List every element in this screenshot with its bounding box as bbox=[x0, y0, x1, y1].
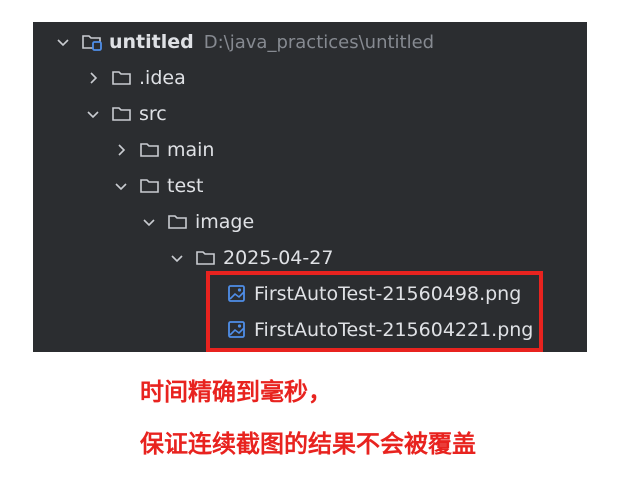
chevron-down-icon[interactable] bbox=[141, 214, 157, 230]
tree-item-label: .idea bbox=[139, 67, 186, 89]
tree-item-idea[interactable]: .idea bbox=[85, 60, 186, 96]
annotation-line-2: 保证连续截图的结果不会被覆盖 bbox=[140, 430, 476, 458]
screenshot-page: untitled D:\java_practices\untitled .ide… bbox=[0, 0, 619, 493]
tree-item-src[interactable]: src bbox=[85, 96, 167, 132]
module-folder-icon bbox=[82, 35, 102, 51]
root-project-name: untitled bbox=[109, 31, 194, 53]
folder-icon bbox=[140, 143, 159, 157]
folder-icon bbox=[140, 179, 159, 193]
tree-item-label: image bbox=[195, 211, 255, 233]
tree-item-root[interactable]: untitled D:\java_practices\untitled bbox=[55, 24, 434, 60]
folder-icon bbox=[112, 107, 131, 121]
tree-item-label: src bbox=[139, 103, 167, 125]
chevron-down-icon[interactable] bbox=[113, 178, 129, 194]
tree-item-label: test bbox=[167, 175, 204, 197]
tree-item-label: main bbox=[167, 139, 215, 161]
chevron-down-icon[interactable] bbox=[85, 106, 101, 122]
folder-icon bbox=[112, 71, 131, 85]
tree-item-image[interactable]: image bbox=[141, 204, 254, 240]
tree-item-label: 2025-04-27 bbox=[223, 247, 334, 269]
chevron-down-icon[interactable] bbox=[169, 250, 185, 266]
chevron-right-icon[interactable] bbox=[113, 142, 129, 158]
tree-item-test[interactable]: test bbox=[113, 168, 204, 204]
tree-item-main[interactable]: main bbox=[113, 132, 214, 168]
red-highlight-box bbox=[206, 271, 543, 352]
annotation-line-1: 时间精确到毫秒， bbox=[140, 378, 332, 406]
root-project-path: D:\java_practices\untitled bbox=[203, 31, 435, 53]
folder-icon bbox=[168, 215, 187, 229]
chevron-down-icon[interactable] bbox=[55, 34, 71, 50]
chevron-right-icon[interactable] bbox=[85, 70, 101, 86]
folder-icon bbox=[196, 251, 215, 265]
